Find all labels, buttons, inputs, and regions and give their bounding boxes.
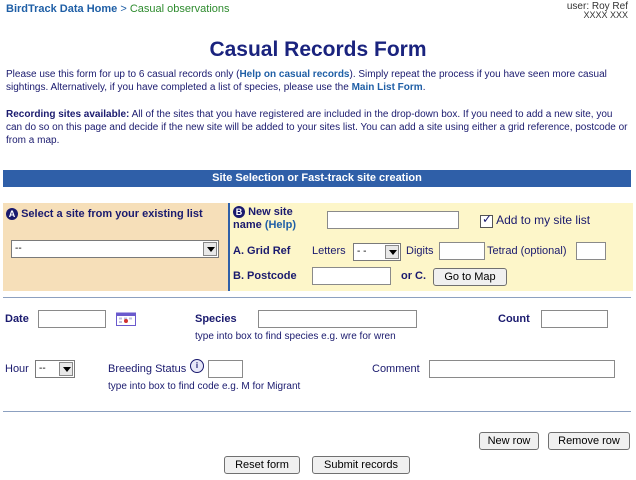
check-icon: ✓ (482, 211, 493, 226)
breeding-status-input[interactable] (208, 360, 243, 378)
new-site-panel: B New site name (Help) ✓ Add to my site … (228, 203, 633, 291)
letters-label: Letters (312, 245, 346, 257)
main-list-form-link[interactable]: Main List Form (352, 82, 423, 93)
intro-paragraph-2: Recording sites available: All of the si… (6, 108, 628, 147)
new-site-label-line2: name (233, 219, 262, 231)
chevron-down-icon[interactable] (59, 362, 73, 376)
postcode-input[interactable] (312, 267, 391, 285)
intro-paragraph-1: Please use this form for up to 6 casual … (6, 68, 628, 94)
species-input[interactable] (258, 310, 417, 328)
new-site-label-line1: New site (248, 206, 293, 218)
new-site-help-link[interactable]: (Help) (265, 219, 296, 231)
recording-sites-heading: Recording sites available: (6, 109, 130, 120)
intro-text: . (422, 82, 426, 93)
hour-label: Hour (5, 363, 29, 375)
comment-label: Comment (372, 363, 420, 375)
section-bar: Site Selection or Fast-track site creati… (3, 170, 631, 187)
chevron-down-icon[interactable] (385, 245, 399, 259)
new-row-button[interactable]: New row (479, 432, 539, 450)
new-site-name-input[interactable] (327, 211, 459, 229)
remove-row-button[interactable]: Remove row (548, 432, 630, 450)
breadcrumb: BirdTrack Data Home > Casual observation… (6, 3, 230, 15)
chevron-down-icon[interactable] (203, 242, 217, 256)
breeding-hint: type into box to find code e.g. M for Mi… (108, 381, 301, 392)
add-to-site-list-checkbox[interactable]: ✓ (480, 211, 493, 228)
user-info: user: Roy Ref XXXX XXX (567, 2, 628, 20)
existing-site-panel: A Select a site from your existing list … (3, 203, 228, 291)
comment-input[interactable] (429, 360, 615, 378)
existing-site-label: Select a site from your existing list (21, 208, 203, 220)
calendar-icon[interactable] (116, 311, 136, 326)
existing-site-select-value: -- (15, 243, 22, 254)
add-to-site-list-label: Add to my site list (496, 213, 591, 227)
divider (3, 411, 631, 412)
add-to-site-list[interactable]: ✓ Add to my site list (480, 211, 591, 228)
go-to-map-button[interactable]: Go to Map (433, 268, 507, 286)
species-hint: type into box to find species e.g. wre f… (195, 331, 396, 342)
grid-ref-label: A. Grid Ref (233, 245, 291, 257)
digits-input[interactable] (439, 242, 485, 260)
digits-label: Digits (406, 245, 434, 257)
count-input[interactable] (541, 310, 608, 328)
postcode-label: B. Postcode (233, 270, 297, 282)
date-label: Date (5, 313, 29, 325)
breeding-info-icon[interactable]: i (190, 359, 204, 373)
page-title: Casual Records Form (209, 38, 427, 61)
species-label: Species (195, 313, 237, 325)
letters-select-value: - - (357, 246, 367, 257)
breadcrumb-separator: > (120, 3, 127, 15)
or-c-label: or C. (401, 270, 427, 282)
submit-records-button[interactable]: Submit records (312, 456, 410, 474)
intro-text: Please use this form for up to 6 casual … (6, 69, 240, 80)
reset-form-button[interactable]: Reset form (224, 456, 300, 474)
divider (3, 297, 631, 298)
hour-select-value: -- (39, 363, 46, 374)
existing-site-select[interactable]: -- (11, 240, 219, 258)
hour-select[interactable]: -- (35, 360, 75, 378)
breadcrumb-current: Casual observations (129, 3, 230, 15)
date-input[interactable] (38, 310, 106, 328)
tetrad-label: Tetrad (optional) (487, 245, 567, 257)
badge-a: A (6, 208, 18, 221)
badge-b: B (233, 206, 245, 219)
breeding-status-label: Breeding Status (108, 363, 187, 375)
tetrad-input[interactable] (576, 242, 606, 260)
breadcrumb-home-link[interactable]: BirdTrack Data Home (6, 3, 117, 15)
count-label: Count (498, 313, 530, 325)
user-sub: XXXX XXX (583, 10, 628, 20)
letters-select[interactable]: - - (353, 243, 401, 261)
help-casual-records-link[interactable]: Help on casual records (239, 69, 349, 80)
